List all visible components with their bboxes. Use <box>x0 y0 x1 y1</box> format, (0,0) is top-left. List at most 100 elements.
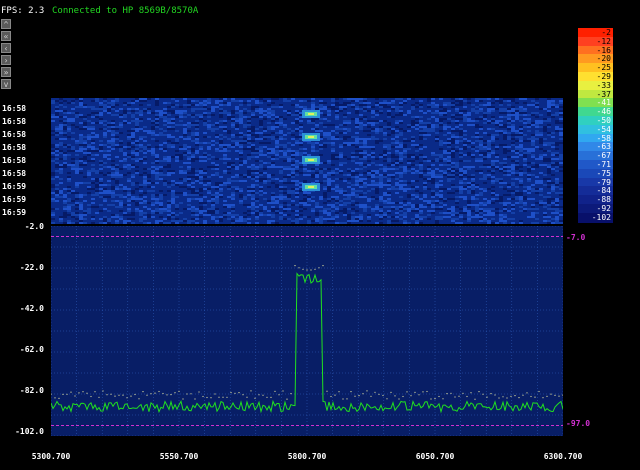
waterfall-noise-cell <box>411 186 415 188</box>
waterfall-noise-cell <box>395 168 399 170</box>
waterfall-noise-cell <box>499 186 503 188</box>
waterfall-noise-cell <box>307 192 311 194</box>
waterfall-noise-cell <box>111 104 115 106</box>
waterfall-display[interactable] <box>51 98 563 224</box>
waterfall-noise-cell <box>547 98 551 100</box>
waterfall-noise-cell <box>547 150 551 152</box>
waterfall-noise-cell <box>367 120 371 122</box>
waterfall-noise-cell <box>139 110 143 112</box>
waterfall-noise-cell <box>519 146 523 148</box>
waterfall-noise-cell <box>367 198 371 200</box>
waterfall-noise-cell <box>183 208 187 210</box>
waterfall-noise-cell <box>399 106 403 108</box>
waterfall-noise-cell <box>299 126 303 128</box>
waterfall-noise-cell <box>491 182 495 184</box>
waterfall-noise-cell <box>559 210 563 212</box>
waterfall-noise-cell <box>491 144 495 146</box>
scroll-down-button[interactable]: v <box>1 79 11 89</box>
waterfall-noise-cell <box>547 104 551 106</box>
waterfall-noise-cell <box>227 164 231 166</box>
waterfall-noise-cell <box>135 112 139 114</box>
waterfall-noise-cell <box>87 208 91 210</box>
waterfall-noise-cell <box>267 220 271 222</box>
waterfall-noise-cell <box>51 172 55 174</box>
waterfall-noise-cell <box>523 190 527 192</box>
waterfall-noise-cell <box>487 140 491 142</box>
peak-hold-point <box>442 398 444 400</box>
waterfall-noise-cell <box>203 106 207 108</box>
waterfall-noise-cell <box>291 170 295 172</box>
waterfall-noise-cell <box>267 108 271 110</box>
waterfall-noise-cell <box>339 172 343 174</box>
waterfall-noise-cell <box>527 118 531 120</box>
waterfall-noise-cell <box>275 126 279 128</box>
waterfall-noise-cell <box>159 198 163 200</box>
waterfall-noise-cell <box>519 172 523 174</box>
waterfall-noise-cell <box>367 174 371 176</box>
waterfall-noise-cell <box>275 200 279 202</box>
waterfall-noise-cell <box>167 172 171 174</box>
waterfall-noise-cell <box>443 160 447 162</box>
waterfall-noise-cell <box>279 190 283 192</box>
waterfall-noise-cell <box>347 214 351 216</box>
waterfall-noise-cell <box>223 170 227 172</box>
waterfall-noise-cell <box>443 104 447 106</box>
waterfall-noise-cell <box>235 124 239 126</box>
waterfall-noise-cell <box>443 124 447 126</box>
waterfall-noise-cell <box>387 110 391 112</box>
waterfall-noise-cell <box>375 140 379 142</box>
fast-right-button[interactable]: » <box>1 67 11 77</box>
waterfall-noise-cell <box>459 208 463 210</box>
waterfall-noise-cell <box>499 162 503 164</box>
waterfall-noise-cell <box>511 100 515 102</box>
fast-left-button[interactable]: « <box>1 31 11 41</box>
waterfall-noise-cell <box>411 136 415 138</box>
waterfall-noise-cell <box>367 154 371 156</box>
waterfall-noise-cell <box>387 188 391 190</box>
waterfall-noise-cell <box>535 134 539 136</box>
waterfall-noise-cell <box>283 98 287 100</box>
waterfall-noise-cell <box>307 154 311 156</box>
waterfall-noise-cell <box>447 156 451 158</box>
waterfall-noise-cell <box>55 154 59 156</box>
waterfall-noise-cell <box>415 214 419 216</box>
waterfall-noise-cell <box>475 194 479 196</box>
left-button[interactable]: ‹ <box>1 43 11 53</box>
waterfall-noise-cell <box>443 126 447 128</box>
waterfall-noise-cell <box>55 170 59 172</box>
waterfall-noise-cell <box>527 104 531 106</box>
waterfall-noise-cell <box>555 220 559 222</box>
waterfall-noise-cell <box>235 112 239 114</box>
waterfall-noise-cell <box>115 132 119 134</box>
waterfall-noise-cell <box>323 118 327 120</box>
waterfall-noise-cell <box>523 172 527 174</box>
waterfall-noise-cell <box>451 220 455 222</box>
waterfall-noise-cell <box>167 120 171 122</box>
waterfall-noise-cell <box>131 120 135 122</box>
waterfall-noise-cell <box>115 214 119 216</box>
waterfall-noise-cell <box>319 198 323 200</box>
waterfall-noise-cell <box>227 180 231 182</box>
waterfall-noise-cell <box>303 194 307 196</box>
waterfall-noise-cell <box>331 170 335 172</box>
waterfall-noise-cell <box>179 192 183 194</box>
spectrum-plot[interactable] <box>51 226 563 436</box>
waterfall-noise-cell <box>467 166 471 168</box>
waterfall-noise-cell <box>451 178 455 180</box>
waterfall-noise-cell <box>371 210 375 212</box>
waterfall-noise-cell <box>467 214 471 216</box>
scroll-up-button[interactable]: ^ <box>1 19 11 29</box>
waterfall-noise-cell <box>67 220 71 222</box>
waterfall-noise-cell <box>503 166 507 168</box>
waterfall-noise-cell <box>219 218 223 220</box>
waterfall-noise-cell <box>171 142 175 144</box>
right-button[interactable]: › <box>1 55 11 65</box>
waterfall-noise-cell <box>443 128 447 130</box>
waterfall-noise-cell <box>271 162 275 164</box>
waterfall-noise-cell <box>263 198 267 200</box>
waterfall-noise-cell <box>355 154 359 156</box>
waterfall-noise-cell <box>491 134 495 136</box>
waterfall-noise-cell <box>363 204 367 206</box>
waterfall-noise-cell <box>167 222 171 224</box>
waterfall-noise-cell <box>511 184 515 186</box>
